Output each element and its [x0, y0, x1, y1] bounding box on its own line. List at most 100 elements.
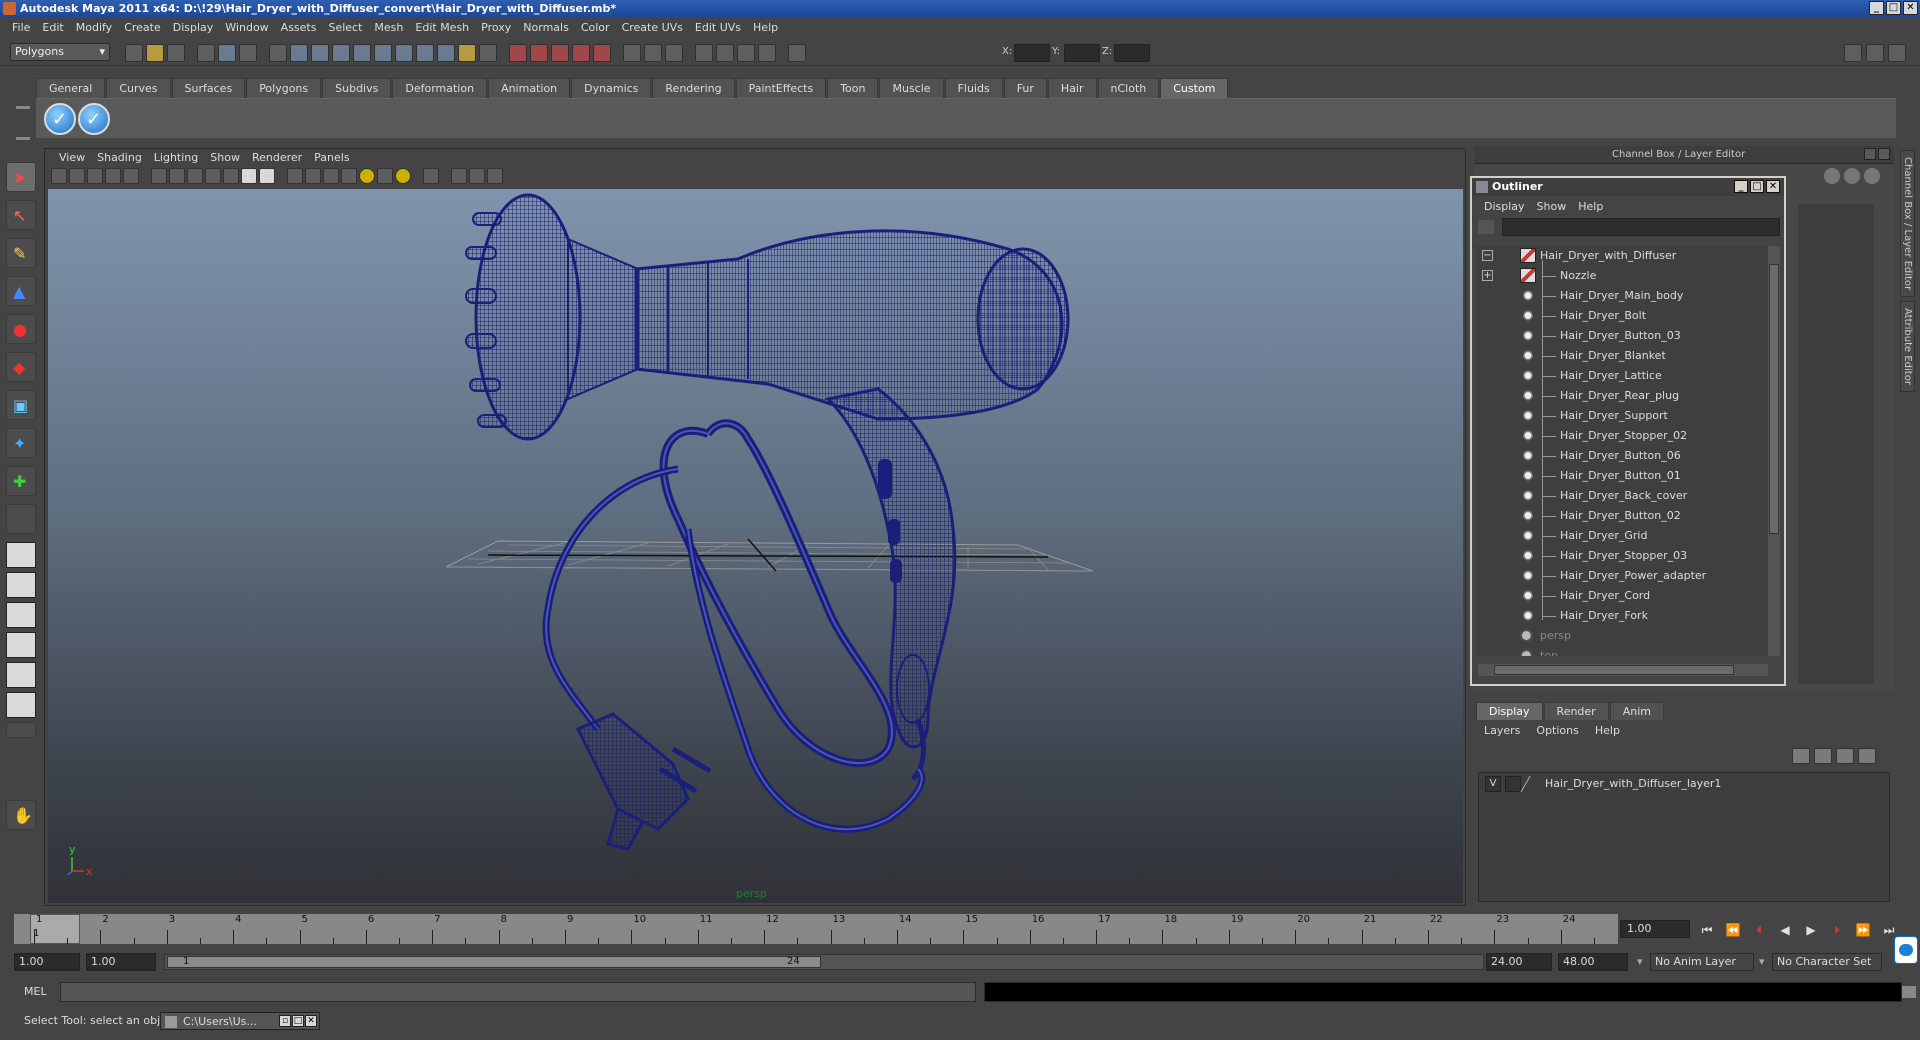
restore-button[interactable]: ▫	[279, 1015, 291, 1027]
smooth-shade-icon[interactable]	[305, 168, 321, 184]
single-perspective-layout-button[interactable]	[6, 542, 36, 568]
xray-icon[interactable]	[451, 168, 467, 184]
shelf-tab-ncloth[interactable]: nCloth	[1097, 78, 1160, 98]
shelf-tab-general[interactable]: General	[36, 78, 106, 98]
use-all-lights-icon[interactable]	[359, 168, 375, 184]
maximize-button[interactable]: □	[1886, 1, 1901, 15]
menu-display[interactable]: Display	[167, 18, 220, 38]
select-curves-icon[interactable]	[332, 44, 350, 62]
outliner-minimize-button[interactable]: _	[1734, 180, 1748, 193]
collapse-toggle[interactable]: −	[1482, 250, 1493, 261]
layer-row[interactable]: V Hair_Dryer_with_Diffuser_layer1	[1479, 775, 1889, 793]
outliner-item[interactable]: Hair_Dryer_Bolt	[1476, 306, 1768, 326]
outliner-item[interactable]: Hair_Dryer_Power_adapter	[1476, 566, 1768, 586]
outliner-camera-item[interactable]: persp	[1476, 626, 1768, 646]
step-forward-frame-button[interactable]: ⏩	[1854, 922, 1872, 938]
select-by-object-icon[interactable]	[218, 44, 236, 62]
shelf-tab-toon[interactable]: Toon	[827, 78, 879, 98]
outliner-horizontal-scrollbar[interactable]	[1478, 664, 1768, 676]
persp-graph-layout-button[interactable]	[6, 632, 36, 658]
outliner-vertical-scrollbar[interactable]	[1768, 246, 1780, 656]
safe-title-icon[interactable]	[259, 168, 275, 184]
layer-display-type-toggle[interactable]	[1505, 776, 1521, 792]
select-handles-icon[interactable]	[290, 44, 308, 62]
outliner-item[interactable]: Hair_Dryer_Main_body	[1476, 286, 1768, 306]
channel-box-close-button[interactable]	[1878, 148, 1890, 160]
viewport-menu-view[interactable]: View	[53, 149, 91, 167]
render-settings-icon[interactable]	[758, 44, 776, 62]
safe-action-icon[interactable]	[241, 168, 257, 184]
new-scene-icon[interactable]	[125, 44, 143, 62]
shelf-tab-deformation[interactable]: Deformation	[392, 78, 488, 98]
render-current-frame-icon[interactable]	[716, 44, 734, 62]
shelf-grip[interactable]	[14, 78, 32, 140]
last-tool-used[interactable]	[6, 504, 36, 534]
layer-tab-render[interactable]: Render	[1543, 702, 1609, 720]
filter-icon[interactable]	[1478, 220, 1494, 234]
teamviewer-icon[interactable]	[1894, 936, 1918, 964]
outliner-menu-show[interactable]: Show	[1531, 198, 1573, 216]
outliner-item[interactable]: Hair_Dryer_Cord	[1476, 586, 1768, 606]
menu-color[interactable]: Color	[575, 18, 616, 38]
outliner-item[interactable]: Hair_Dryer_Support	[1476, 406, 1768, 426]
outliner-filter-input[interactable]	[1502, 218, 1780, 236]
range-slider-handle[interactable]	[167, 956, 821, 968]
select-tool[interactable]: ➤	[6, 162, 36, 192]
shelf-tab-fur[interactable]: Fur	[1003, 78, 1047, 98]
channel-box-float-button[interactable]	[1864, 148, 1876, 160]
shelf-tab-polygons[interactable]: Polygons	[246, 78, 322, 98]
construction-history-icon[interactable]	[665, 44, 683, 62]
outliner-item[interactable]: Hair_Dryer_Rear_plug	[1476, 386, 1768, 406]
outliner-menu-help[interactable]: Help	[1572, 198, 1609, 216]
z-coord-field[interactable]	[1114, 44, 1150, 62]
mel-label[interactable]: MEL	[24, 985, 47, 998]
new-layer-icon[interactable]	[1836, 748, 1854, 764]
toggle-attribute-editor-icon[interactable]	[1844, 44, 1862, 62]
menu-modify[interactable]: Modify	[70, 18, 118, 38]
scale-tool[interactable]: ◆	[6, 352, 36, 382]
select-surfaces-icon[interactable]	[353, 44, 371, 62]
shelf-tab-surfaces[interactable]: Surfaces	[171, 78, 246, 98]
select-dynamics-icon[interactable]	[395, 44, 413, 62]
shelf-tab-dynamics[interactable]: Dynamics	[571, 78, 652, 98]
shelf-tab-hair[interactable]: Hair	[1047, 78, 1097, 98]
lock-selection-icon[interactable]	[458, 44, 476, 62]
anim-layer-dropdown[interactable]: No Anim Layer	[1637, 953, 1754, 971]
film-gate-icon[interactable]	[169, 168, 185, 184]
mask-dropdown-icon[interactable]	[269, 44, 287, 62]
field-chart-icon[interactable]	[223, 168, 239, 184]
select-joints-icon[interactable]	[311, 44, 329, 62]
lasso-tool[interactable]: ↖	[6, 200, 36, 230]
render-view-icon[interactable]	[695, 44, 713, 62]
select-by-hierarchy-icon[interactable]	[197, 44, 215, 62]
move-tool[interactable]: ▲	[6, 276, 36, 306]
move-layer-up-icon[interactable]	[1792, 748, 1810, 764]
wireframe-on-shaded-icon[interactable]	[323, 168, 339, 184]
outliner-item[interactable]: Hair_Dryer_Blanket	[1476, 346, 1768, 366]
outliner-item[interactable]: Hair_Dryer_Button_01	[1476, 466, 1768, 486]
outliner-tree[interactable]: − Hair_Dryer_with_Diffuser + Nozzle Hair_Dry…	[1476, 246, 1768, 656]
channel-box-icon[interactable]	[1824, 168, 1840, 184]
tab-channel-box-layer-editor[interactable]: Channel Box / Layer Editor	[1900, 150, 1915, 298]
close-button[interactable]: ✕	[1903, 1, 1918, 15]
toggle-channel-box-icon[interactable]	[1866, 44, 1884, 62]
layer-color-swatch[interactable]	[1520, 776, 1544, 792]
persp-graph-hypergraph-layout-button[interactable]	[6, 692, 36, 718]
snap-to-point-icon[interactable]	[551, 44, 569, 62]
menu-proxy[interactable]: Proxy	[475, 18, 517, 38]
menu-edit[interactable]: Edit	[36, 18, 69, 38]
new-layer-from-selected-icon[interactable]	[1858, 748, 1876, 764]
x-coord-field[interactable]	[1014, 44, 1050, 62]
layout-options-button[interactable]	[6, 722, 36, 738]
menu-create-uvs[interactable]: Create UVs	[616, 18, 689, 38]
menu-edit-uvs[interactable]: Edit UVs	[689, 18, 747, 38]
minimized-window[interactable]: C:\Users\Us... ▫ □ ✕	[160, 1012, 320, 1030]
output-ops-icon[interactable]	[644, 44, 662, 62]
layer-visibility-toggle[interactable]: V	[1485, 776, 1501, 792]
select-by-component-icon[interactable]	[239, 44, 257, 62]
shelf-tab-curves[interactable]: Curves	[106, 78, 171, 98]
highlight-selection-icon[interactable]	[479, 44, 497, 62]
y-coord-field[interactable]	[1064, 44, 1100, 62]
close-button[interactable]: ✕	[305, 1015, 317, 1027]
textured-icon[interactable]	[341, 168, 357, 184]
